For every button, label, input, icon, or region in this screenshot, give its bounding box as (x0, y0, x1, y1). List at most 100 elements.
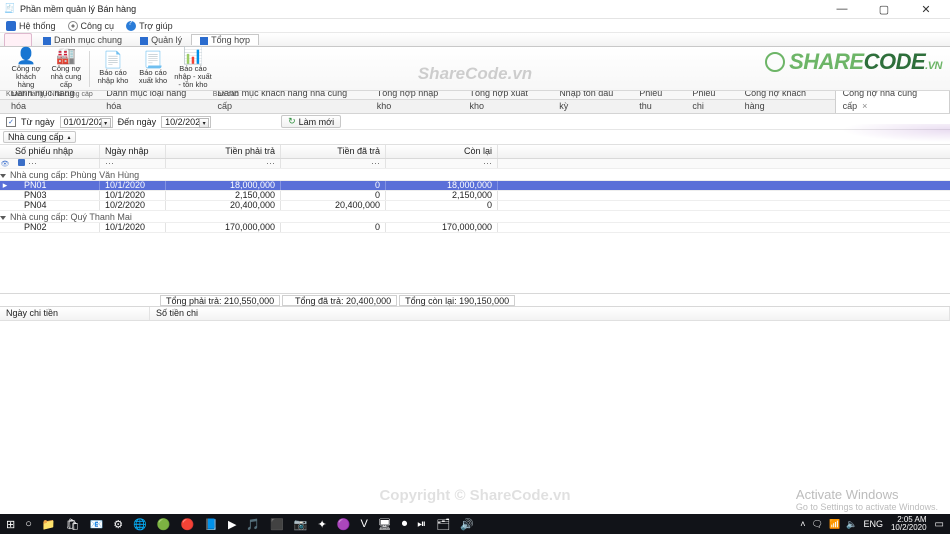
row-indicator (0, 223, 10, 232)
taskbar-date[interactable]: 10/2/2020 (891, 524, 927, 532)
ribbon-c-ng-n-nh-cung-c-p[interactable]: 🏭Công nợ nhà cung cấp (46, 49, 86, 89)
tray-icon-1[interactable]: 🗨 (812, 519, 823, 530)
taskbar-app-14[interactable]: ✦ (318, 518, 327, 531)
filter-eye-icon[interactable]: 👁 (1, 161, 10, 168)
chevron-up-icon: ▴ (68, 134, 71, 141)
taskbar-app-2[interactable]: 📁 (42, 518, 56, 531)
from-date-checkbox[interactable]: ✓ (6, 117, 16, 127)
tab-icon (140, 37, 148, 45)
taskbar-app-0[interactable]: ⊞ (6, 518, 15, 531)
context-tab-1[interactable]: Quản lý (131, 34, 191, 45)
activate-windows-overlay: Activate Windows Go to Settings to activ… (796, 487, 938, 512)
ribbon-icon: 👤 (16, 49, 36, 65)
close-button[interactable]: ✕ (912, 3, 940, 16)
filter-bar: ✓ Từ ngày 01/01/2020▾ Đến ngày 10/2/2020… (0, 114, 950, 130)
taskbar-app-8[interactable]: 🔴 (181, 518, 195, 531)
taskbar-app-19[interactable]: ⏯ (417, 518, 426, 531)
taskbar-app-10[interactable]: ▶ (228, 518, 236, 531)
refresh-button[interactable]: ↻Làm mới (281, 115, 341, 128)
tray-icon-3[interactable]: 🔈 (846, 519, 857, 530)
taskbar[interactable]: ⊞○📁🛍📧⚙🌐🟢🔴📘▶🎵⬛📷✦🟣V🖥⏺⏯🗂🔊 ˄🗨📶🔈ENG 2:05 AM 1… (0, 514, 950, 534)
document-tab-strip: Danh mục hàng hóaDanh mục loại hàng hóaD… (0, 100, 950, 114)
table-row[interactable]: PN0310/1/20202,150,00002,150,000 (0, 191, 950, 201)
context-tab-0[interactable]: Danh mục chung (34, 34, 131, 45)
brand-logo-icon (765, 52, 785, 72)
table-row[interactable]: PN0410/2/202020,400,00020,400,0000 (0, 201, 950, 211)
col-due[interactable]: Tiền phải trả (166, 145, 281, 158)
grid-body: Nhà cung cấp: Phùng Văn Hùng▸PN0110/1/20… (0, 169, 950, 233)
tab-icon (43, 37, 51, 45)
filter-icon[interactable] (18, 159, 25, 166)
ribbon: 👤Công nợ khách hàng🏭Công nợ nhà cung cấp… (0, 47, 950, 91)
taskbar-app-16[interactable]: V (360, 518, 367, 530)
tray-icon-0[interactable]: ˄ (800, 519, 805, 529)
taskbar-app-4[interactable]: 📧 (90, 518, 104, 531)
taskbar-app-12[interactable]: ⬛ (270, 518, 284, 531)
tray-icon-4[interactable]: ENG (863, 519, 883, 529)
detail-header: Ngày chi tiền Số tiền chi (0, 307, 950, 321)
ribbon-icon: 📄 (103, 53, 123, 69)
brand-logo: SHARECODE.VN (765, 49, 942, 75)
supplier-group-selector[interactable]: Nhà cung cấp ▴ (3, 131, 76, 143)
table-row[interactable]: ▸PN0110/1/202018,000,000018,000,000 (0, 181, 950, 191)
summary-due: Tổng phải trả: 210,550,000 (160, 295, 280, 306)
ribbon-b-o-c-o-nh-p-xu-t-t-n-kho[interactable]: 📊Báo cáo nhập - xuất - tồn kho (173, 49, 213, 89)
ribbon-b-o-c-o-xu-t-kho[interactable]: 📃Báo cáo xuất kho (133, 49, 173, 89)
detail-col-date[interactable]: Ngày chi tiền (0, 307, 150, 320)
taskbar-app-13[interactable]: 📷 (294, 518, 308, 531)
to-date-input[interactable]: 10/2/2020▾ (161, 116, 211, 128)
ribbon-icon: 📊 (183, 49, 203, 65)
chevron-down-icon[interactable]: ▾ (199, 118, 209, 128)
taskbar-app-1[interactable]: ○ (25, 518, 32, 530)
minimize-button[interactable]: — (828, 3, 856, 16)
group-row[interactable]: Nhà cung cấp: Quý Thanh Mai (0, 211, 950, 223)
maximize-button[interactable]: ▢ (870, 3, 898, 16)
context-tab-2[interactable]: Tổng hợp (191, 34, 259, 45)
ribbon-icon: 📃 (143, 53, 163, 69)
taskbar-app-18[interactable]: ⏺ (402, 518, 408, 531)
col-remaining[interactable]: Còn lại (386, 145, 498, 158)
expand-icon[interactable] (0, 212, 10, 222)
taskbar-app-9[interactable]: 📘 (204, 518, 218, 531)
tray-icon-2[interactable]: 📶 (829, 519, 840, 530)
menu-tools[interactable]: Công cụ (68, 21, 115, 31)
row-indicator (0, 191, 10, 200)
chevron-down-icon[interactable]: ▾ (101, 118, 111, 128)
col-date[interactable]: Ngày nhập (100, 145, 166, 158)
taskbar-app-21[interactable]: 🔊 (460, 518, 474, 531)
notification-icon[interactable]: ▭ (935, 519, 944, 530)
taskbar-app-5[interactable]: ⚙ (113, 518, 123, 531)
detail-col-amount[interactable]: Số tiền chi (150, 307, 950, 320)
to-date-label: Đến ngày (118, 117, 157, 127)
menu-help[interactable]: Trợ giúp (126, 21, 173, 31)
supplier-label: Nhà cung cấp (8, 132, 64, 142)
col-receipt-no[interactable]: Số phiếu nhập (10, 145, 100, 158)
row-indicator: ▸ (0, 181, 10, 190)
col-paid[interactable]: Tiền đã trả (281, 145, 386, 158)
group-row[interactable]: Nhà cung cấp: Phùng Văn Hùng (0, 169, 950, 181)
taskbar-app-15[interactable]: 🟣 (337, 518, 351, 531)
help-icon (126, 21, 136, 31)
taskbar-app-6[interactable]: 🌐 (133, 518, 147, 531)
summary-paid: Tổng đã trả: 20,400,000 (282, 295, 397, 306)
table-row[interactable]: PN0210/1/2020170,000,0000170,000,000 (0, 223, 950, 233)
ribbon-c-ng-n-kh-ch-h-ng[interactable]: 👤Công nợ khách hàng (6, 49, 46, 89)
menu-system[interactable]: Hệ thống (6, 21, 56, 31)
close-tab-icon[interactable]: × (862, 101, 867, 111)
from-date-input[interactable]: 01/01/2020▾ (60, 116, 113, 128)
menubar: Hệ thống Công cụ Trợ giúp (0, 19, 950, 33)
system-icon (6, 21, 16, 31)
ribbon-b-o-c-o-nh-p-kho[interactable]: 📄Báo cáo nhập kho (93, 49, 133, 89)
taskbar-app-11[interactable]: 🎵 (246, 518, 260, 531)
context-pill[interactable] (4, 33, 32, 46)
taskbar-app-17[interactable]: 🖥 (378, 518, 392, 531)
taskbar-app-7[interactable]: 🟢 (157, 518, 171, 531)
taskbar-app-3[interactable]: 🛍 (66, 518, 80, 531)
app-icon: 🧾 (4, 3, 16, 15)
expand-icon[interactable] (0, 170, 10, 180)
grid-filter-row[interactable]: 👁 ··· ··· ··· ··· ··· (0, 159, 950, 169)
grid-header: Số phiếu nhập Ngày nhập Tiền phải trả Ti… (0, 145, 950, 159)
taskbar-app-20[interactable]: 🗂 (436, 518, 450, 531)
tab-icon (200, 37, 208, 45)
gear-icon (68, 21, 78, 31)
